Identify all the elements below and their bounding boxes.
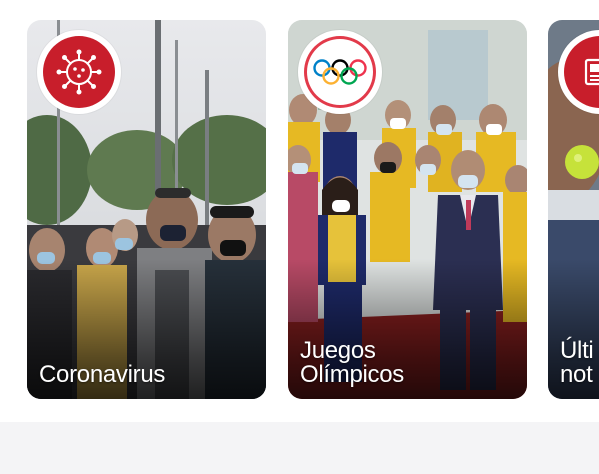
story-card-label: Juegos Olímpicos — [300, 337, 404, 388]
stories-carousel[interactable]: Coronavirus Juegos Olímpicos Últi not — [0, 0, 599, 422]
story-card-label: Últi not — [560, 337, 594, 388]
story-card-latest-news[interactable]: Últi not — [548, 20, 599, 399]
virus-icon — [56, 49, 102, 95]
story-badge — [37, 30, 121, 114]
story-card-coronavirus[interactable]: Coronavirus — [27, 20, 266, 399]
olympic-rings-icon — [313, 59, 367, 85]
story-card-label: Coronavirus — [39, 361, 166, 388]
story-badge — [298, 30, 382, 114]
story-card-olympics[interactable]: Juegos Olímpicos — [288, 20, 527, 399]
newspaper-icon — [584, 58, 599, 86]
